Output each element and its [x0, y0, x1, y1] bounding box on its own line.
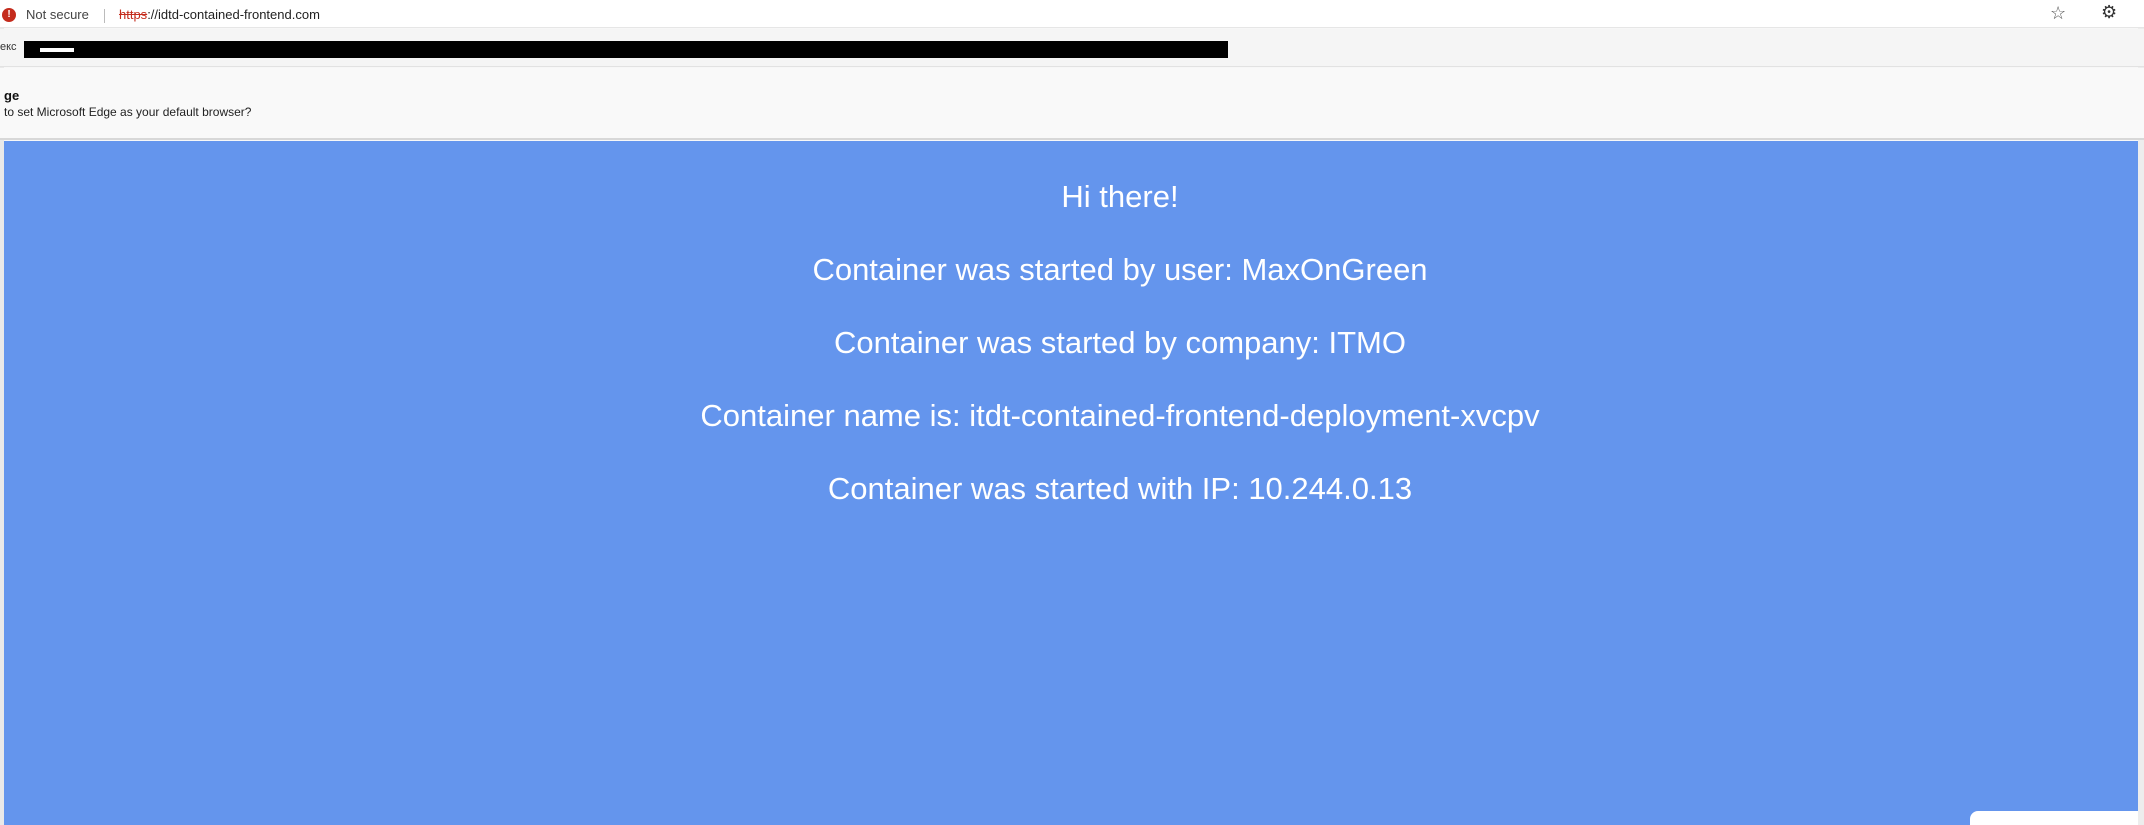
url-field[interactable]: ! Not secure https://idtd-contained-fron… — [0, 2, 2110, 26]
page-content: Hi there! Container was started by user:… — [4, 141, 2138, 825]
corner-popup[interactable] — [1970, 811, 2138, 825]
container-name-text: Container name is: itdt-contained-fronte… — [700, 398, 1540, 433]
container-ip-text: Container was started with IP: 10.244.0.… — [827, 471, 1413, 506]
favorites-item-label[interactable]: екс — [0, 41, 17, 53]
address-bar: ! Not secure https://idtd-contained-fron… — [0, 0, 2144, 28]
container-user-text: Container was started by user: MaxOnGree… — [812, 252, 1428, 287]
url-scheme: https — [119, 7, 148, 22]
url-host: ://idtd-contained-frontend.com — [147, 7, 320, 22]
infobar-message: to set Microsoft Edge as your default br… — [4, 105, 252, 119]
redacted-favorites — [24, 41, 1228, 58]
container-company-text: Container was started by company: ITMO — [833, 325, 1406, 360]
security-status-label[interactable]: Not secure — [26, 7, 89, 22]
greeting-text: Hi there! — [1061, 179, 1179, 214]
infobar-title: ge — [4, 88, 20, 103]
warning-icon[interactable]: ! — [2, 8, 16, 22]
favorites-bar: екс — [0, 29, 2144, 67]
default-browser-infobar: ge to set Microsoft Edge as your default… — [0, 68, 2144, 140]
url-text[interactable]: https://idtd-contained-frontend.com — [119, 7, 320, 22]
address-separator — [104, 9, 105, 23]
star-icon[interactable]: ☆ — [2050, 3, 2066, 24]
puzzle-icon[interactable]: ⚙ — [2101, 2, 2117, 23]
redaction-mark — [40, 48, 74, 52]
